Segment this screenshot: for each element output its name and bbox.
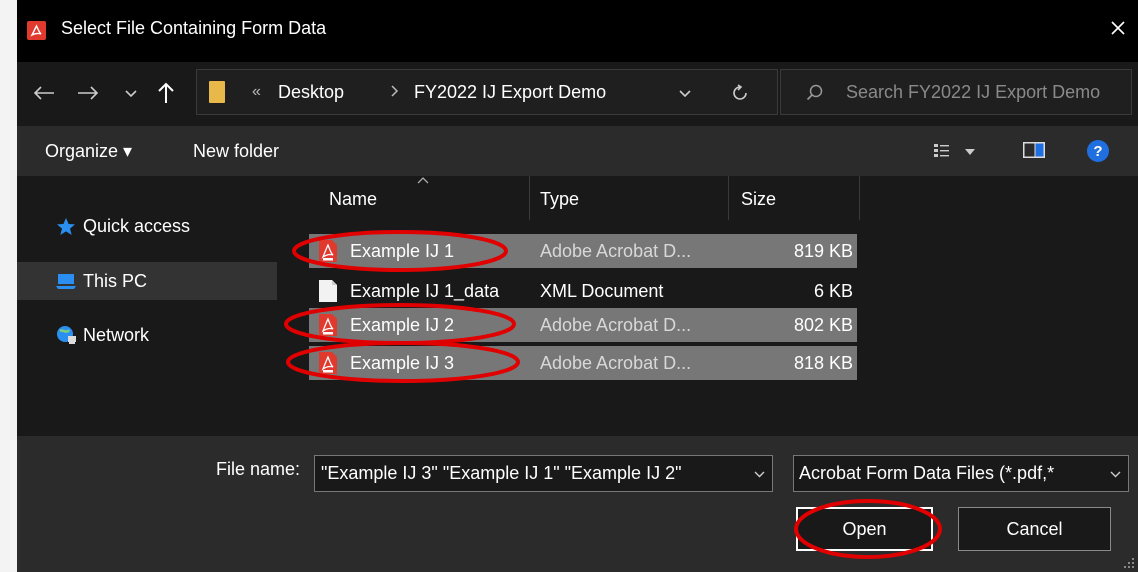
open-button[interactable]: Open [796,507,933,551]
sidebar-item-label: Network [83,324,150,345]
chevron-down-icon [125,90,137,98]
chevron-down-icon [679,90,691,98]
folder-icon [209,81,225,103]
file-row-example-ij-3[interactable]: Example IJ 3 Adobe Acrobat D... 818 KB [309,346,857,380]
search-icon [806,84,824,107]
file-type-dropdown-button[interactable] [1106,465,1124,483]
up-arrow-icon [158,82,174,103]
pdf-icon [319,352,337,374]
close-icon [1111,21,1125,35]
file-size: 818 KB [793,353,853,373]
file-type: XML Document [540,281,664,301]
title-bar: Select File Containing Form Data [17,0,1138,62]
file-type: Adobe Acrobat D... [540,315,692,335]
chevron-down-icon [1110,471,1120,477]
forward-arrow-icon [78,86,99,100]
breadcrumb-separator-icon [391,84,399,100]
refresh-button[interactable] [727,81,753,105]
details-view-icon [934,144,949,157]
file-name: Example IJ 1_data [350,281,500,301]
file-size: 802 KB [793,315,853,335]
organize-menu-button[interactable]: Organize ▾ [45,141,132,162]
caret-down-icon [965,149,975,155]
file-size: 6 KB [813,281,853,301]
file-type: Adobe Acrobat D... [540,353,692,373]
preview-pane-icon [1023,142,1045,158]
file-name-panel: File name: "Example IJ 3" "Example IJ 1"… [17,436,1138,572]
sidebar-item-quick-access[interactable]: Quick access [17,207,277,245]
column-header-label: Name [329,189,378,209]
file-type: Adobe Acrobat D... [540,241,692,261]
sidebar-item-label: Quick access [83,215,191,236]
search-box[interactable]: Search FY2022 IJ Export Demo [780,69,1132,115]
address-bar[interactable]: « Desktop FY2022 IJ Export Demo [196,69,778,115]
close-button[interactable] [1098,6,1138,50]
navigation-bar: « Desktop FY2022 IJ Export Demo Search F… [17,62,1138,126]
column-header-name[interactable]: Name [309,176,529,220]
file-name-combobox[interactable]: "Example IJ 3" "Example IJ 1" "Example I… [314,455,773,492]
file-type-value: Acrobat Form Data Files (*.pdf,* [799,463,1055,483]
file-name-input[interactable]: "Example IJ 3" "Example IJ 1" "Example I… [321,463,681,484]
file-open-dialog: Select File Containing Form Data « Deskt… [17,0,1138,572]
pdf-icon [319,240,337,262]
refresh-icon [733,84,747,100]
file-name-label: File name: [216,459,301,479]
file-name: Example IJ 3 [350,353,455,373]
navigation-pane: Quick access This PC Network [17,176,282,436]
file-list-view: Name Type Size Example IJ 1 Adobe Acroba… [282,176,1138,436]
document-icon [319,280,337,302]
forward-button[interactable] [73,80,103,106]
resize-grip-icon[interactable] [1123,557,1135,569]
search-placeholder: Search FY2022 IJ Export Demo [846,82,1101,102]
command-toolbar: Organize ▾ New folder ? [17,126,1138,176]
network-icon [55,325,77,345]
computer-icon [55,272,77,290]
new-folder-button[interactable]: New folder [193,141,279,162]
cancel-button[interactable]: Cancel [958,507,1111,551]
column-divider[interactable] [859,176,860,220]
up-button[interactable] [151,78,181,108]
file-row-example-ij-1[interactable]: Example IJ 1 Adobe Acrobat D... 819 KB [309,234,857,268]
chevron-down-icon [754,471,764,477]
file-row-example-ij-2[interactable]: Example IJ 2 Adobe Acrobat D... 802 KB [309,308,857,342]
file-name: Example IJ 1 [350,241,455,261]
breadcrumb-current-folder[interactable]: FY2022 IJ Export Demo [414,82,606,103]
sort-ascending-icon [417,177,429,184]
acrobat-app-icon [27,21,46,40]
sidebar-item-network[interactable]: Network [17,316,277,354]
view-options-button[interactable] [933,141,977,161]
column-header-label: Size [741,189,777,209]
breadcrumb-overflow[interactable]: « [252,83,261,101]
svg-text:?: ? [1093,143,1102,160]
sidebar-item-this-pc[interactable]: This PC [17,262,277,300]
breadcrumb-desktop[interactable]: Desktop [278,82,344,103]
sidebar-item-label: This PC [83,270,148,291]
back-arrow-icon [33,86,54,100]
file-row-example-ij-1-data[interactable]: Example IJ 1_data XML Document 6 KB [309,274,857,308]
file-type-select[interactable]: Acrobat Form Data Files (*.pdf,* [793,455,1129,492]
file-name-dropdown-button[interactable] [750,465,768,483]
recent-locations-button[interactable] [121,84,141,104]
help-icon: ? [1087,140,1109,162]
back-button[interactable] [29,80,59,106]
file-size: 819 KB [793,241,853,261]
pdf-icon [319,314,337,336]
preview-pane-button[interactable] [1023,141,1045,159]
column-header-label: Type [540,189,580,209]
window-title: Select File Containing Form Data [61,18,327,38]
address-dropdown-button[interactable] [675,84,695,104]
star-icon [55,217,77,236]
column-header-type[interactable]: Type [530,176,728,220]
file-name: Example IJ 2 [350,315,455,335]
help-button[interactable]: ? [1086,139,1110,163]
column-header-size[interactable]: Size [729,176,859,220]
